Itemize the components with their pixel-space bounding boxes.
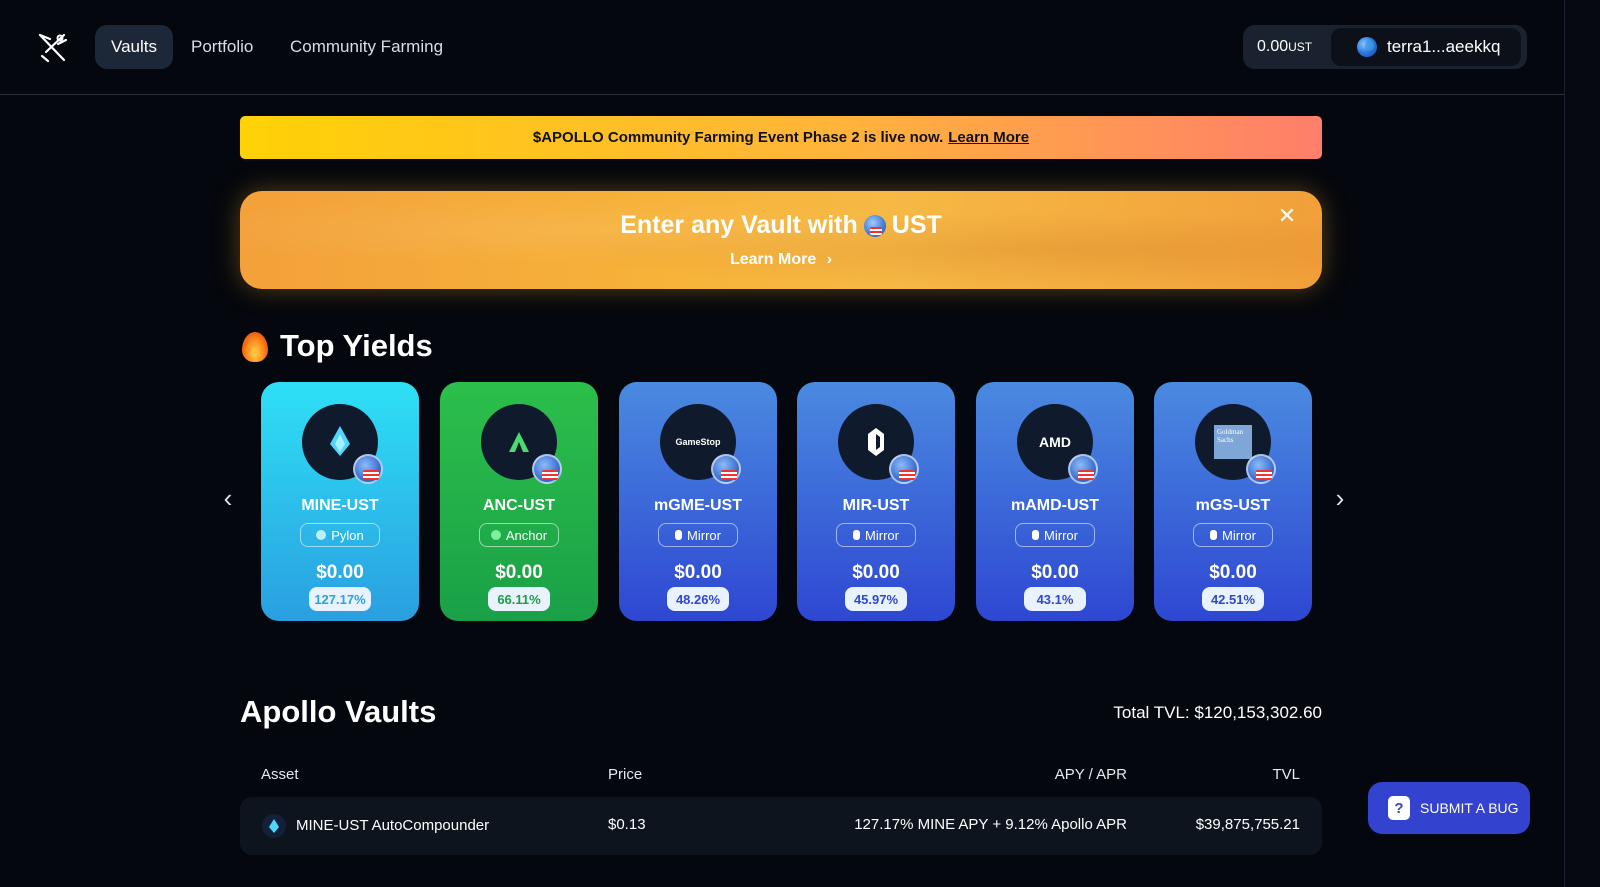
card-protocol-label: Mirror — [1222, 527, 1256, 543]
card-apy-badge: 42.51% — [1202, 587, 1264, 611]
mirror-icon — [675, 530, 683, 540]
card-price: $0.00 — [316, 562, 364, 583]
mirror-icon — [1032, 530, 1040, 540]
total-tvl: Total TVL: $120,153,302.60 — [1113, 703, 1322, 722]
yield-card-mgme-ust[interactable]: GameStop mGME-UST Mirror $0.00 48.26% — [619, 382, 777, 621]
card-protocol-label: Mirror — [687, 527, 721, 543]
help-question-icon: ? — [1388, 796, 1410, 820]
card-apy-badge: 48.26% — [667, 587, 729, 611]
card-protocol-badge: Pylon — [300, 523, 380, 547]
column-header-tvl[interactable]: TVL — [1150, 766, 1300, 783]
ust-balance-unit: UST — [1288, 40, 1313, 54]
card-apy-badge: 45.97% — [845, 587, 907, 611]
card-protocol-label: Anchor — [505, 527, 548, 543]
promo-learn-more-link[interactable]: Learn More › — [240, 251, 1322, 269]
yield-card-mine-ust[interactable]: MINE-UST Pylon $0.00 127.17% — [261, 382, 419, 621]
pylon-icon — [316, 530, 327, 540]
promo-learn-more-text: Learn More — [729, 251, 817, 268]
table-row[interactable]: MINE-UST AutoCompounder $0.13 127.17% MI… — [240, 797, 1322, 855]
ust-flag-icon — [532, 454, 562, 484]
announcement-learn-more-link[interactable]: Learn More — [948, 129, 1029, 146]
fire-icon — [240, 328, 270, 364]
yield-card-mamd-ust[interactable]: AMD mAMD-UST Mirror $0.00 43.1% — [976, 382, 1134, 621]
mirror-icon — [853, 530, 861, 540]
column-header-apy[interactable]: APY / APR — [927, 766, 1127, 783]
ust-flag-icon — [711, 454, 741, 484]
row-price: $0.13 — [608, 816, 646, 833]
column-header-asset[interactable]: Asset — [261, 766, 299, 783]
yield-card-anc-ust[interactable]: ANC-UST Anchor $0.00 66.11% — [440, 382, 598, 621]
ust-flag-icon — [889, 454, 919, 484]
ust-balance[interactable]: 0.00UST — [1257, 25, 1312, 69]
announcement-bar: $APOLLO Community Farming Event Phase 2 … — [240, 116, 1322, 159]
card-price: $0.00 — [1209, 562, 1257, 583]
announcement-text: $APOLLO Community Farming Event Phase 2 … — [532, 129, 944, 146]
ust-balance-value: 0.00 — [1257, 38, 1289, 55]
gamestop-logo-text: GameStop — [675, 437, 721, 447]
card-vault-name: ANC-UST — [483, 497, 555, 514]
card-price: $0.00 — [495, 562, 543, 583]
card-price: $0.00 — [1031, 562, 1079, 583]
row-tvl: $39,875,755.21 — [1195, 816, 1300, 833]
card-price: $0.00 — [674, 562, 722, 583]
promo-title-token: UST — [891, 211, 942, 239]
card-protocol-label: Pylon — [331, 527, 364, 543]
row-asset: MINE-UST AutoCompounder — [296, 817, 490, 834]
ust-coin-icon — [863, 214, 886, 237]
card-protocol-badge: Anchor — [479, 523, 559, 547]
card-apy-badge: 43.1% — [1024, 587, 1086, 611]
apollo-vaults-title: Apollo Vaults — [240, 694, 437, 729]
mirror-icon — [1210, 530, 1218, 540]
card-protocol-label: Mirror — [1044, 527, 1078, 543]
nav-portfolio[interactable]: Portfolio — [175, 25, 269, 69]
top-yields-heading: Top Yields — [240, 328, 433, 364]
card-apy-badge: 66.11% — [488, 587, 550, 611]
yield-card-mgs-ust[interactable]: Goldman Sachs mGS-UST Mirror $0.00 42.51… — [1154, 382, 1312, 621]
card-vault-name: mGME-UST — [654, 497, 742, 514]
promo-banner: Enter any Vault with UST Learn More › ✕ — [240, 191, 1322, 289]
card-protocol-badge: Mirror — [658, 523, 738, 547]
close-icon[interactable]: ✕ — [1276, 205, 1298, 227]
anchor-icon — [490, 530, 501, 540]
submit-bug-label: SUBMIT A BUG — [1420, 800, 1519, 816]
carousel-prev-arrow-icon[interactable]: ‹ — [216, 484, 240, 512]
card-protocol-badge: Mirror — [1193, 523, 1273, 547]
chevron-right-icon: › — [826, 251, 833, 268]
card-protocol-badge: Mirror — [1015, 523, 1095, 547]
nav-community-farming[interactable]: Community Farming — [274, 25, 459, 69]
ust-flag-icon — [1068, 454, 1098, 484]
apollo-logo-icon[interactable] — [36, 30, 70, 64]
promo-title: Enter any Vault with UST — [240, 211, 1322, 240]
card-vault-name: mAMD-UST — [1011, 497, 1099, 514]
card-vault-name: MIR-UST — [842, 497, 910, 514]
mine-token-icon — [262, 814, 286, 838]
promo-title-text: Enter any Vault with — [620, 211, 858, 239]
ust-flag-icon — [353, 454, 383, 484]
card-vault-name: mGS-UST — [1195, 497, 1271, 514]
row-apy: 127.17% MINE APY + 9.12% Apollo APR — [854, 816, 1127, 833]
scrollbar[interactable] — [1564, 0, 1600, 887]
carousel-next-arrow-icon[interactable]: › — [1328, 484, 1352, 512]
column-header-price[interactable]: Price — [608, 766, 642, 783]
card-protocol-label: Mirror — [865, 527, 899, 543]
ust-flag-icon — [1246, 454, 1276, 484]
card-protocol-badge: Mirror — [836, 523, 916, 547]
yield-card-mir-ust[interactable]: MIR-UST Mirror $0.00 45.97% — [797, 382, 955, 621]
amd-logo-text: AMD — [1039, 434, 1071, 450]
page: Vaults Portfolio Community Farming 0.00U… — [0, 0, 1600, 887]
card-apy-badge: 127.17% — [309, 587, 371, 611]
card-price: $0.00 — [852, 562, 900, 583]
nav-vaults[interactable]: Vaults — [95, 25, 173, 69]
wallet-box: 0.00UST terra1...aeekkq — [1243, 25, 1527, 69]
wallet-address: terra1...aeekkq — [1387, 37, 1501, 56]
top-navbar: Vaults Portfolio Community Farming 0.00U… — [0, 0, 1564, 95]
wallet-address-button[interactable]: terra1...aeekkq — [1331, 28, 1521, 66]
top-yields-title: Top Yields — [280, 328, 433, 363]
goldman-sachs-logo-text: Goldman Sachs — [1214, 425, 1252, 459]
card-vault-name: MINE-UST — [301, 497, 379, 514]
submit-bug-button[interactable]: ? SUBMIT A BUG — [1368, 782, 1530, 834]
terra-globe-icon — [1357, 37, 1377, 57]
